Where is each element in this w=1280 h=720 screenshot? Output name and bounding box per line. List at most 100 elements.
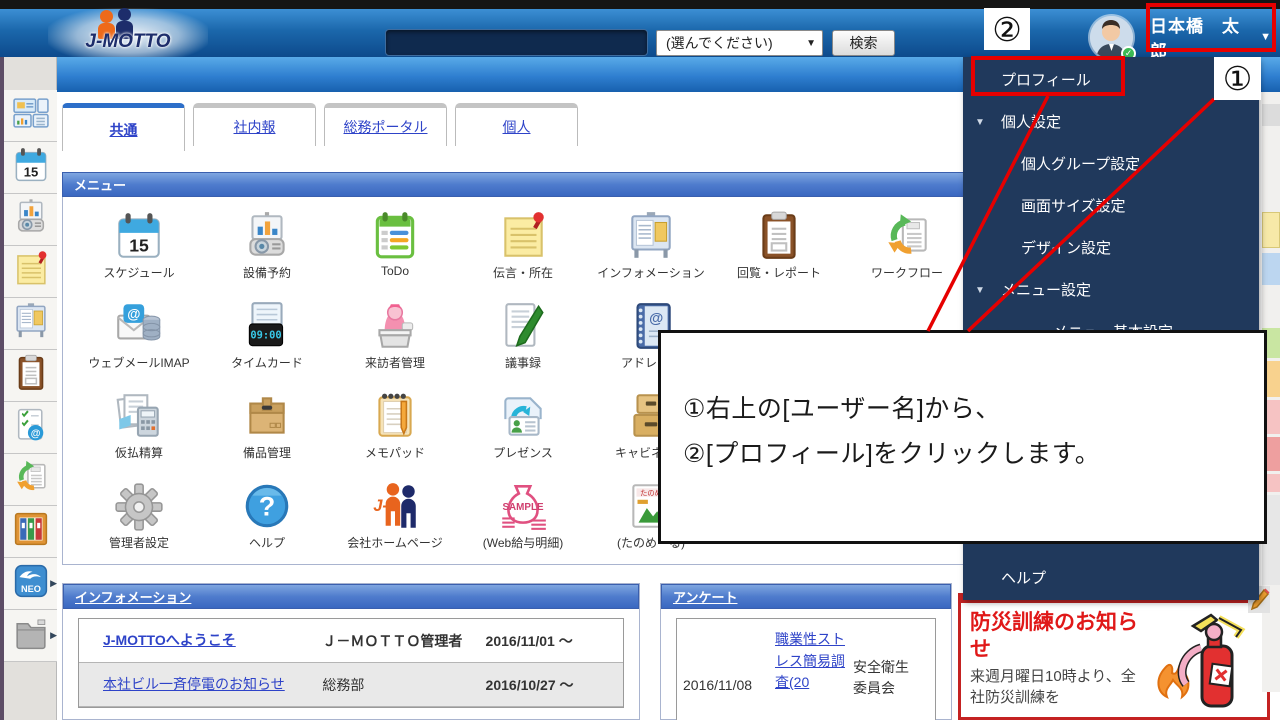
board-icon <box>11 301 51 346</box>
instruction-line1: ①右上の[ユーザー名]から、 <box>683 387 1264 432</box>
search-button[interactable]: 検索 <box>832 30 895 56</box>
sidebar-item-clipboard[interactable] <box>4 350 57 402</box>
menu-item-label: インフォメーション <box>587 264 715 281</box>
caret-down-icon[interactable]: ▼ <box>975 102 985 144</box>
projector-icon <box>240 209 294 263</box>
gear-fragment <box>1262 104 1280 126</box>
menu-item-visitor[interactable]: 来訪者管理 <box>331 297 459 387</box>
menu-item-gear[interactable]: 管理者設定 <box>75 477 203 567</box>
sidebar-item-survey[interactable]: @ <box>4 402 57 454</box>
menu-item-payslip[interactable]: SAMPLE(Web給与明細) <box>459 477 587 567</box>
menu-item-label: 来訪者管理 <box>331 354 459 371</box>
expand-arrow-icon[interactable]: ▶ <box>50 630 57 641</box>
menu-item-label: ウェブメールIMAP <box>75 354 203 371</box>
notice-title: 防災訓練のお知らせ <box>970 609 1150 664</box>
dropdown-item-label: 画面サイズ設定 <box>1021 198 1126 215</box>
sidebar-item-projector[interactable] <box>4 194 57 246</box>
sidebar-item-portal[interactable] <box>4 90 57 142</box>
expand-arrow-icon[interactable]: ▶ <box>50 578 57 589</box>
j-motto-logo[interactable]: J-MOTTO <box>48 8 208 58</box>
menu-section-title: メニュー <box>74 175 126 194</box>
portal-icon <box>11 93 51 138</box>
survey-row: 2016/11/08職業性ストレス簡易調査(20安全衛生委員会 <box>677 619 935 720</box>
menu-item-box[interactable]: 備品管理 <box>203 387 331 477</box>
instruction-callout: ①右上の[ユーザー名]から、 ②[プロフィール]をクリックします。 <box>658 330 1267 544</box>
information-title-link[interactable]: 本社ビル一斉停電のお知らせ <box>103 676 285 692</box>
binders-icon <box>11 509 51 554</box>
menu-item-label: 備品管理 <box>203 444 331 461</box>
sidebar-item-board[interactable] <box>4 298 57 350</box>
caret-down-icon: ▼ <box>806 38 816 49</box>
menu-item-board[interactable]: インフォメーション <box>587 207 715 297</box>
annotation-profile-highlight <box>971 56 1125 96</box>
presence-icon <box>496 389 550 443</box>
caret-down-icon[interactable]: ▼ <box>975 270 985 312</box>
dropdown-item-ヘルプ[interactable]: ヘルプ <box>963 558 1259 600</box>
menu-item-expense[interactable]: 仮払精算 <box>75 387 203 477</box>
svg-text:@: @ <box>127 307 140 322</box>
sidebar-item-folder[interactable]: ▶ <box>4 610 57 662</box>
information-title-link[interactable]: J-MOTTOへようこそ <box>103 632 236 648</box>
note-icon <box>496 209 550 263</box>
dropdown-item-デザイン設定[interactable]: デザイン設定 <box>963 228 1259 270</box>
global-search-input[interactable] <box>385 29 648 56</box>
dropdown-item-画面サイズ設定[interactable]: 画面サイズ設定 <box>963 186 1259 228</box>
menu-item-presence[interactable]: プレゼンス <box>459 387 587 477</box>
menu-item-memo[interactable]: メモパッド <box>331 387 459 477</box>
menu-item-label: 議事録 <box>459 354 587 371</box>
menu-item-workflow[interactable]: ワークフロー <box>843 207 971 297</box>
dropdown-item-個人グループ設定[interactable]: 個人グループ設定 <box>963 144 1259 186</box>
svg-text:09:00: 09:00 <box>250 329 281 341</box>
information-section-header[interactable]: インフォメーション <box>63 584 639 609</box>
dropdown-item-メニュー設定[interactable]: ▼メニュー設定 <box>963 270 1259 312</box>
tab-社内報[interactable]: 社内報 <box>193 103 316 146</box>
tab-総務ポータル[interactable]: 総務ポータル <box>324 103 447 146</box>
svg-text:SAMPLE: SAMPLE <box>502 502 544 513</box>
tab-label: 社内報 <box>234 117 276 137</box>
menu-item-timecard[interactable]: 09:00 タイムカード <box>203 297 331 387</box>
menu-item-calendar[interactable]: 15スケジュール <box>75 207 203 297</box>
menu-item-label: 会社ホームページ <box>331 534 459 551</box>
mail-icon: @ <box>112 299 166 353</box>
sidebar-item-calendar[interactable]: 15 <box>4 142 57 194</box>
menu-item-clipboard[interactable]: 回覧・レポート <box>715 207 843 297</box>
sidebar-item-workflow[interactable] <box>4 454 57 506</box>
survey-title-link[interactable]: 職業性ストレス簡易調査(20 <box>775 631 845 690</box>
folder-icon <box>11 613 51 658</box>
tab-label: 個人 <box>503 117 531 137</box>
menu-item-label: プレゼンス <box>459 444 587 461</box>
workflow-icon <box>880 209 934 263</box>
menu-item-label: 伝言・所在 <box>459 264 587 281</box>
menu-item-mail[interactable]: @ ウェブメールIMAP <box>75 297 203 387</box>
menu-item-label: タイムカード <box>203 354 331 371</box>
clipboard-icon <box>11 353 51 398</box>
visitor-icon <box>368 299 422 353</box>
sidebar-item-note[interactable] <box>4 246 57 298</box>
survey-section: アンケート 2016/11/08職業性ストレス簡易調査(20安全衛生委員会 <box>660 583 952 720</box>
sidebar-item-binders[interactable] <box>4 506 57 558</box>
survey-section-title: アンケート <box>673 587 737 606</box>
annotation-user-name-highlight <box>1146 3 1276 52</box>
schedule-row-blue <box>1262 253 1280 285</box>
menu-item-minutes[interactable]: 議事録 <box>459 297 587 387</box>
memo-icon <box>368 389 422 443</box>
information-table: J-MOTTOへようこそＪ－ＭＯＴＴＯ管理者2016/11/01 ～ 本社ビル一斉… <box>78 618 624 708</box>
notice-panel: 防災訓練のお知らせ 来週月曜日10時より、全社防災訓練を <box>958 593 1270 720</box>
logo-text: J-MOTTO <box>85 31 170 53</box>
user-avatar[interactable]: ✓ <box>1090 16 1133 59</box>
menu-item-label: ヘルプ <box>203 534 331 551</box>
sidebar-item-neo[interactable]: NEO▶ <box>4 558 57 610</box>
survey-section-header[interactable]: アンケート <box>661 584 951 609</box>
dropdown-item-個人設定[interactable]: ▼個人設定 <box>963 102 1259 144</box>
menu-item-todo[interactable]: ToDo <box>331 207 459 297</box>
menu-item-note[interactable]: 伝言・所在 <box>459 207 587 297</box>
information-row: J-MOTTOへようこそＪ－ＭＯＴＴＯ管理者2016/11/01 ～ <box>79 619 623 663</box>
box-icon <box>240 389 294 443</box>
tab-共通[interactable]: 共通 <box>62 103 185 151</box>
information-title-cell: 本社ビル一斉停電のお知らせ <box>79 668 318 700</box>
menu-item-help[interactable]: ?ヘルプ <box>203 477 331 567</box>
menu-item-company[interactable]: J-会社ホームページ <box>331 477 459 567</box>
menu-item-projector[interactable]: 設備予約 <box>203 207 331 297</box>
search-scope-select[interactable]: (選んでください) ▼ <box>656 30 823 56</box>
tab-個人[interactable]: 個人 <box>455 103 578 146</box>
